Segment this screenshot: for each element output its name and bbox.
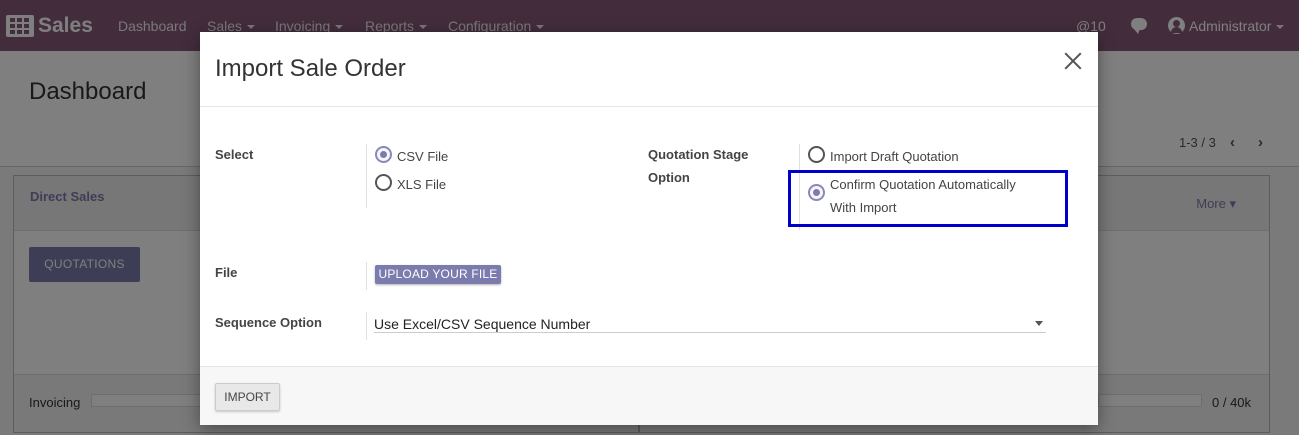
select-label: Select (215, 147, 254, 162)
import-draft-quotation-radio[interactable] (808, 146, 825, 163)
field-divider (366, 312, 367, 340)
confirm-quotation-radio[interactable] (808, 184, 825, 201)
field-divider (366, 262, 367, 290)
upload-file-button[interactable]: UPLOAD YOUR FILE (375, 265, 501, 284)
import-sale-order-dialog: Import Sale Order Select CSV File XLS Fi… (200, 32, 1098, 425)
modal-header: Import Sale Order (200, 32, 1098, 107)
csv-file-radio[interactable] (375, 146, 392, 163)
file-label: File (215, 265, 238, 280)
csv-file-label[interactable]: CSV File (397, 149, 448, 164)
field-divider (366, 144, 367, 208)
confirm-quotation-label-line2[interactable]: With Import (830, 200, 896, 215)
sequence-option-value: Use Excel/CSV Sequence Number (374, 316, 591, 332)
modal-footer: IMPORT (200, 366, 1098, 425)
modal-title: Import Sale Order (215, 55, 406, 82)
quotation-stage-label-option: Option (648, 170, 690, 185)
chevron-down-icon (1035, 321, 1043, 326)
sequence-option-select[interactable]: Use Excel/CSV Sequence Number (374, 316, 1046, 333)
quotation-stage-label: Quotation Stage (648, 147, 749, 162)
import-draft-quotation-label[interactable]: Import Draft Quotation (830, 149, 959, 164)
import-button[interactable]: IMPORT (215, 383, 280, 411)
sequence-option-label: Sequence Option (215, 315, 322, 330)
close-icon[interactable] (1064, 52, 1082, 70)
confirm-quotation-label[interactable]: Confirm Quotation Automatically (830, 177, 1016, 192)
xls-file-label[interactable]: XLS File (397, 177, 446, 192)
xls-file-radio[interactable] (375, 174, 392, 191)
